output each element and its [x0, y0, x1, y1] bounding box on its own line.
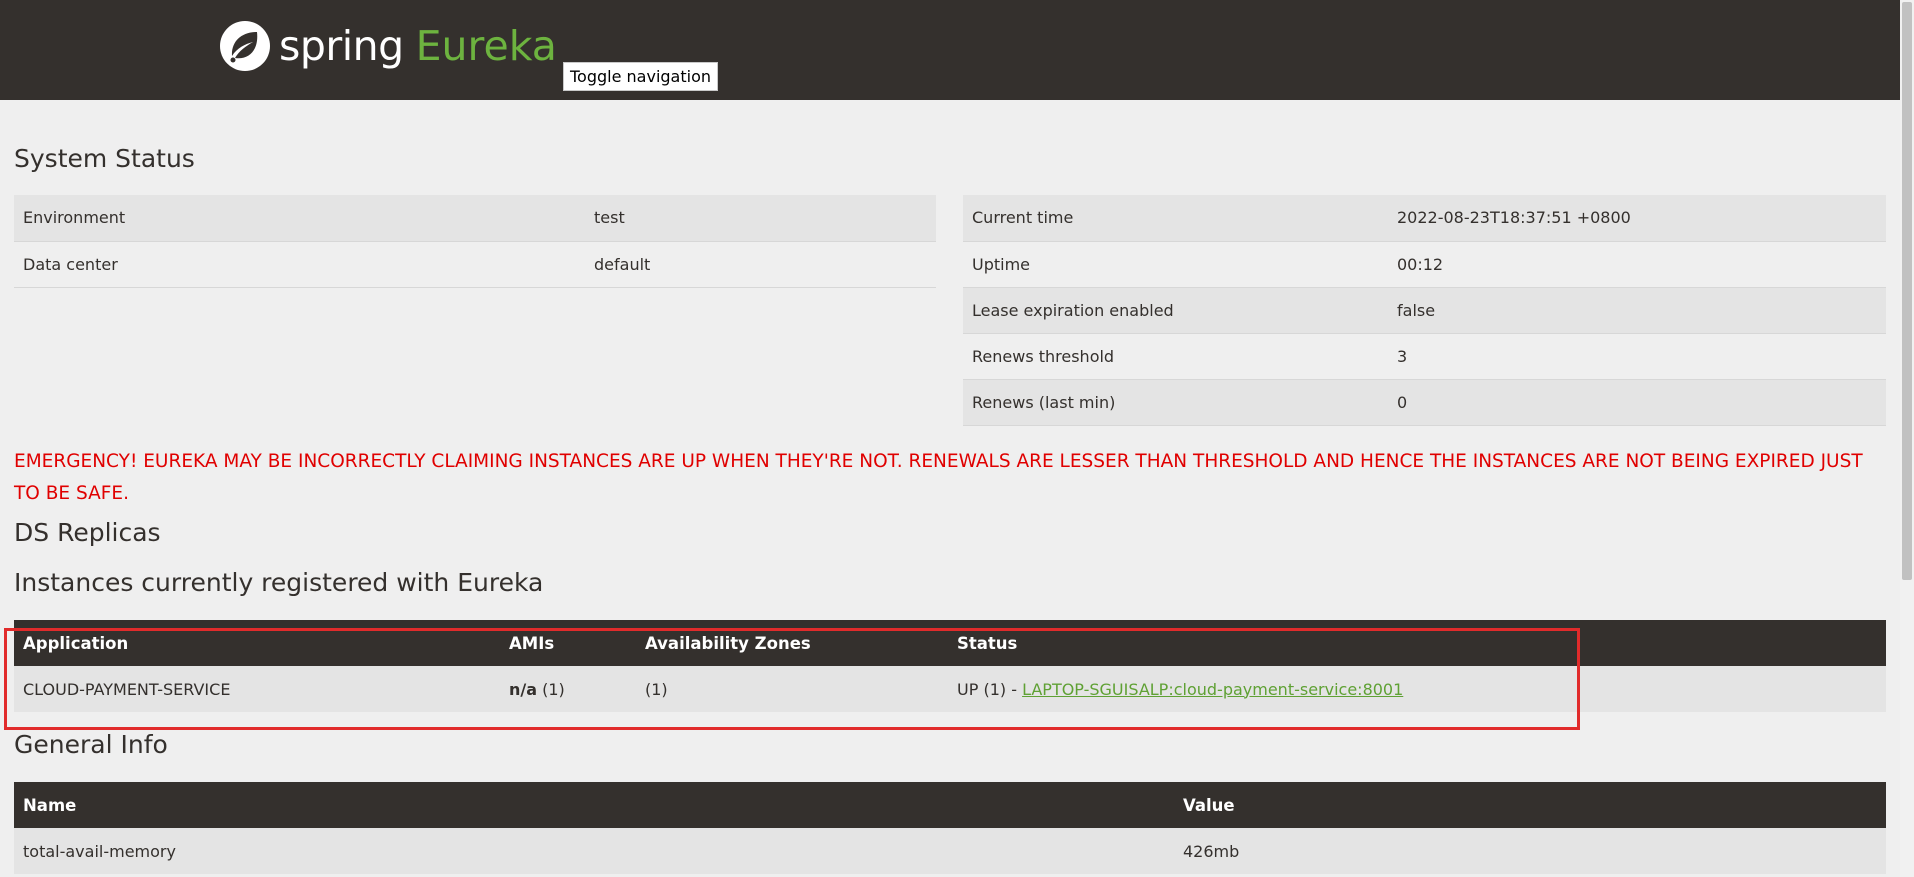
table-row: Renews (last min) 0 — [963, 379, 1886, 426]
status-value: false — [1388, 287, 1886, 334]
column-header-application: Application — [14, 620, 500, 666]
table-row: total-avail-memory 426mb — [14, 828, 1886, 874]
vertical-scrollbar[interactable] — [1900, 0, 1914, 877]
instances-table: Application AMIs Availability Zones Stat… — [14, 620, 1886, 712]
status-name: Renews threshold — [963, 333, 1388, 380]
logo-spring-text: spring — [279, 22, 404, 70]
info-value: 426mb — [1174, 828, 1886, 874]
toggle-navigation-button[interactable]: Toggle navigation — [563, 62, 718, 91]
column-header-name: Name — [14, 782, 1174, 828]
table-row: Data center default — [14, 241, 936, 288]
ds-replicas-heading: DS Replicas — [14, 518, 161, 547]
table-header-row: Application AMIs Availability Zones Stat… — [14, 620, 1886, 666]
spring-eureka-logo[interactable]: spring Eureka — [219, 20, 557, 72]
general-info-heading: General Info — [14, 730, 168, 759]
general-info-table: Name Value total-avail-memory 426mb — [14, 782, 1886, 874]
status-value: 00:12 — [1388, 241, 1886, 288]
table-row: Lease expiration enabled false — [963, 287, 1886, 334]
table-header-row: Name Value — [14, 782, 1886, 828]
column-header-status: Status — [948, 620, 1886, 666]
table-row: CLOUD-PAYMENT-SERVICE n/a (1) (1) UP (1)… — [14, 666, 1886, 712]
status-cell: UP (1) - LAPTOP-SGUISALP:cloud-payment-s… — [948, 666, 1886, 712]
instance-link[interactable]: LAPTOP-SGUISALP:cloud-payment-service:80… — [1022, 680, 1403, 699]
column-header-availability-zones: Availability Zones — [636, 620, 948, 666]
table-row: Current time 2022-08-23T18:37:51 +0800 — [963, 195, 1886, 242]
status-name: Current time — [963, 195, 1388, 242]
table-row: Renews threshold 3 — [963, 333, 1886, 380]
system-status-heading: System Status — [14, 144, 195, 173]
amis-cell: n/a (1) — [500, 666, 636, 712]
scrollbar-thumb[interactable] — [1902, 2, 1912, 580]
status-value: 2022-08-23T18:37:51 +0800 — [1388, 195, 1886, 242]
system-status-right-table: Current time 2022-08-23T18:37:51 +0800 U… — [963, 195, 1886, 426]
spring-leaf-icon — [220, 21, 270, 71]
column-header-amis: AMIs — [500, 620, 636, 666]
column-header-value: Value — [1174, 782, 1886, 828]
status-name: Environment — [14, 195, 585, 242]
status-name: Lease expiration enabled — [963, 287, 1388, 334]
status-name: Data center — [14, 241, 585, 288]
system-status-left-table: Environment test Data center default — [14, 195, 936, 288]
info-name: total-avail-memory — [14, 828, 1174, 874]
application-name: CLOUD-PAYMENT-SERVICE — [14, 666, 500, 712]
status-value: 3 — [1388, 333, 1886, 380]
table-row: Environment test — [14, 195, 936, 242]
navbar: spring Eureka Toggle navigation — [0, 0, 1900, 100]
amis-value: n/a — [509, 679, 538, 699]
logo-eureka-text: Eureka — [415, 22, 557, 70]
status-name: Renews (last min) — [963, 379, 1388, 426]
status-value: test — [585, 195, 936, 242]
status-prefix: UP (1) - — [957, 679, 1017, 699]
amis-count: (1) — [542, 679, 565, 699]
table-row: Uptime 00:12 — [963, 241, 1886, 288]
availability-zones: (1) — [636, 666, 948, 712]
emergency-warning: EMERGENCY! EUREKA MAY BE INCORRECTLY CLA… — [14, 451, 1863, 504]
instances-heading: Instances currently registered with Eure… — [14, 568, 544, 597]
status-value: 0 — [1388, 379, 1886, 426]
status-value: default — [585, 241, 936, 288]
status-name: Uptime — [963, 241, 1388, 288]
